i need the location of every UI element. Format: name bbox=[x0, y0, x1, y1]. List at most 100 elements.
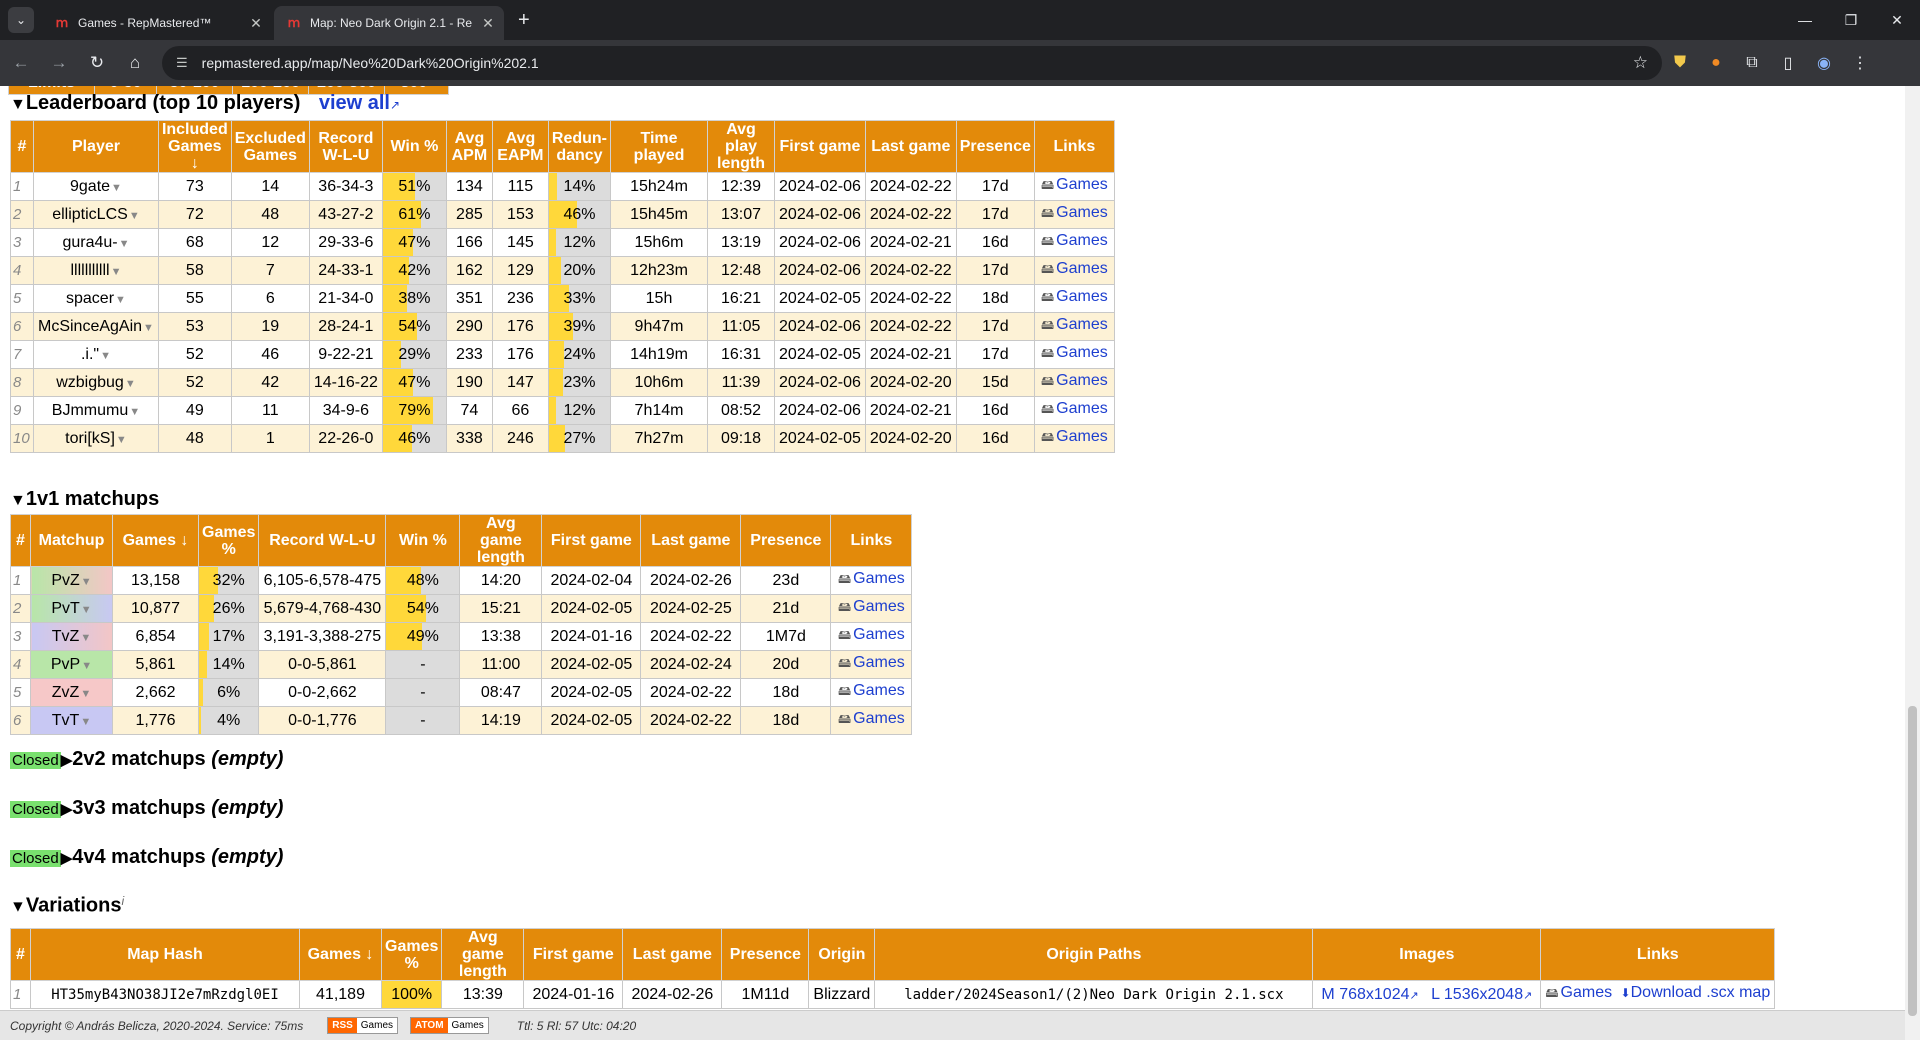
games-link[interactable]: 🖴 Games bbox=[1041, 428, 1108, 445]
col-header-win[interactable]: Win % bbox=[385, 514, 461, 567]
dropdown-caret-icon[interactable]: ▼ bbox=[143, 322, 154, 334]
games-link[interactable]: 🖴 Games bbox=[838, 570, 905, 587]
image-medium-link[interactable]: M 768x1024 bbox=[1321, 986, 1409, 1003]
col-header-redundancy[interactable]: Redun-dancy bbox=[547, 120, 612, 173]
player-name[interactable]: lllllllllll bbox=[70, 262, 109, 279]
games-link[interactable]: 🖴 Games bbox=[1041, 260, 1108, 277]
games-link[interactable]: 🖴 Games bbox=[1041, 344, 1108, 361]
dropdown-caret-icon[interactable]: ▼ bbox=[100, 350, 111, 362]
dropdown-caret-icon[interactable]: ▼ bbox=[81, 576, 92, 588]
back-icon[interactable]: ← bbox=[4, 53, 38, 73]
reload-icon[interactable]: ↻ bbox=[80, 53, 114, 73]
player-name[interactable]: gura4u- bbox=[62, 234, 117, 251]
site-info-icon[interactable]: ☰ bbox=[176, 55, 188, 71]
dropdown-caret-icon[interactable]: ▼ bbox=[129, 210, 140, 222]
expanded-triangle-icon[interactable]: ▼ bbox=[10, 898, 26, 915]
games-link[interactable]: 🖴 Games bbox=[1041, 316, 1108, 333]
col-header-included[interactable]: Included Games ↓ bbox=[157, 120, 232, 173]
player-name[interactable]: wzbigbug bbox=[56, 374, 124, 391]
close-tab-icon[interactable]: ✕ bbox=[480, 15, 496, 32]
matchups-4v4-heading[interactable]: Closed ▶4v4 matchups (empty) bbox=[10, 846, 283, 869]
col-header-first-game[interactable]: First game bbox=[541, 514, 642, 567]
closed-toggle[interactable]: Closed bbox=[10, 752, 61, 769]
player-cell[interactable]: BJmmumu▼ bbox=[33, 396, 159, 425]
extension-fox-icon[interactable]: ● bbox=[1698, 54, 1734, 72]
dropdown-caret-icon[interactable]: ▼ bbox=[80, 632, 91, 644]
extensions-puzzle-icon[interactable]: ⧉ bbox=[1734, 54, 1770, 72]
leaderboard-heading[interactable]: ▼Leaderboard (top 10 players) view all↗ bbox=[10, 92, 400, 115]
player-cell[interactable]: lllllllllll▼ bbox=[33, 256, 159, 285]
closed-toggle[interactable]: Closed bbox=[10, 850, 61, 867]
player-cell[interactable]: wzbigbug▼ bbox=[33, 368, 159, 397]
dropdown-caret-icon[interactable]: ▼ bbox=[119, 238, 130, 250]
info-icon[interactable]: i bbox=[121, 894, 124, 908]
matchup-name[interactable]: PvT bbox=[51, 600, 79, 617]
games-link[interactable]: 🖴 Games bbox=[838, 626, 905, 643]
col-header-games-pct[interactable]: Games % bbox=[197, 514, 260, 567]
collapsed-triangle-icon[interactable]: ▶ bbox=[61, 801, 73, 818]
dropdown-caret-icon[interactable]: ▼ bbox=[111, 182, 122, 194]
col-header-avg-length[interactable]: Avg play length bbox=[707, 120, 776, 173]
player-name[interactable]: BJmmumu bbox=[52, 402, 128, 419]
col-header-avg-length[interactable]: Avg game length bbox=[441, 928, 525, 981]
col-header-presence[interactable]: Presence bbox=[955, 120, 1035, 173]
matchups-heading[interactable]: ▼1v1 matchups bbox=[10, 488, 159, 511]
browser-tab-map[interactable]: ⅿ Map: Neo Dark Origin 2.1 - Re ✕ bbox=[274, 6, 504, 40]
col-header-last-game[interactable]: Last game bbox=[640, 514, 742, 567]
close-tab-icon[interactable]: ✕ bbox=[248, 15, 264, 32]
player-cell[interactable]: McSinceAgAin▼ bbox=[33, 312, 159, 341]
bookmark-star-icon[interactable]: ☆ bbox=[1633, 53, 1648, 73]
dropdown-caret-icon[interactable]: ▼ bbox=[80, 716, 91, 728]
games-link[interactable]: 🖴 Games bbox=[1041, 372, 1108, 389]
address-bar[interactable]: ☰ repmastered.app/map/Neo%20Dark%20Origi… bbox=[162, 46, 1662, 80]
dropdown-caret-icon[interactable]: ▼ bbox=[125, 378, 136, 390]
games-link[interactable]: 🖴 Games bbox=[838, 682, 905, 699]
col-header-avg-length[interactable]: Avg game length bbox=[459, 514, 543, 567]
col-header-presence[interactable]: Presence bbox=[740, 514, 832, 567]
download-map-link[interactable]: ⬇Download .scx map bbox=[1621, 984, 1771, 1001]
matchup-cell[interactable]: PvT▼ bbox=[30, 594, 113, 623]
restore-icon[interactable]: ❐ bbox=[1828, 0, 1874, 40]
dropdown-caret-icon[interactable]: ▼ bbox=[129, 406, 140, 418]
forward-icon[interactable]: → bbox=[42, 53, 76, 73]
games-link[interactable]: 🖴 Games bbox=[838, 710, 905, 727]
browser-tab-games[interactable]: ⅿ Games - RepMastered™ ✕ bbox=[42, 6, 272, 40]
matchup-cell[interactable]: TvZ▼ bbox=[30, 622, 113, 651]
matchup-name[interactable]: TvT bbox=[52, 712, 80, 729]
col-header-record[interactable]: Record W-L-U bbox=[258, 514, 387, 567]
player-cell[interactable]: ellipticLCS▼ bbox=[33, 200, 159, 229]
matchup-cell[interactable]: ZvZ▼ bbox=[30, 678, 113, 707]
player-name[interactable]: .i." bbox=[81, 346, 99, 363]
player-cell[interactable]: gura4u-▼ bbox=[33, 228, 159, 257]
matchup-name[interactable]: ZvZ bbox=[52, 684, 80, 701]
minimize-icon[interactable]: — bbox=[1782, 0, 1828, 40]
side-panel-icon[interactable]: ▯ bbox=[1770, 53, 1806, 73]
player-cell[interactable]: spacer▼ bbox=[33, 284, 159, 313]
col-header-apm[interactable]: Avg APM bbox=[445, 120, 493, 173]
close-window-icon[interactable]: ✕ bbox=[1874, 0, 1920, 40]
player-name[interactable]: 9gate bbox=[70, 178, 110, 195]
dropdown-caret-icon[interactable]: ▼ bbox=[80, 688, 91, 700]
expanded-triangle-icon[interactable]: ▼ bbox=[10, 492, 26, 509]
matchup-name[interactable]: TvZ bbox=[52, 628, 80, 645]
closed-toggle[interactable]: Closed bbox=[10, 801, 61, 818]
col-header-time-played[interactable]: Time played bbox=[610, 120, 709, 173]
col-header-games[interactable]: Games ↓ bbox=[112, 514, 199, 567]
expanded-triangle-icon[interactable]: ▼ bbox=[10, 96, 26, 113]
col-header-eapm[interactable]: Avg EAPM bbox=[491, 120, 549, 173]
matchup-cell[interactable]: PvP▼ bbox=[30, 650, 113, 679]
col-header-record[interactable]: Record W-L-U bbox=[308, 120, 383, 173]
player-name[interactable]: McSinceAgAin bbox=[38, 318, 142, 335]
scrollbar-thumb[interactable] bbox=[1908, 706, 1917, 1016]
dropdown-caret-icon[interactable]: ▼ bbox=[116, 434, 127, 446]
atom-feed-badge[interactable]: ATOM Games bbox=[410, 1017, 489, 1034]
home-icon[interactable]: ⌂ bbox=[118, 53, 152, 73]
variations-heading[interactable]: ▼Variationsi bbox=[10, 894, 124, 917]
col-header-last-game[interactable]: Last game bbox=[864, 120, 957, 173]
col-header-origin[interactable]: Origin bbox=[808, 928, 876, 981]
col-header-player[interactable]: Player bbox=[33, 120, 159, 173]
col-header-excluded[interactable]: Excluded Games bbox=[230, 120, 310, 173]
rss-feed-badge[interactable]: RSS Games bbox=[327, 1017, 399, 1034]
col-header-matchup[interactable]: Matchup bbox=[30, 514, 113, 567]
matchups-3v3-heading[interactable]: Closed ▶3v3 matchups (empty) bbox=[10, 797, 283, 820]
